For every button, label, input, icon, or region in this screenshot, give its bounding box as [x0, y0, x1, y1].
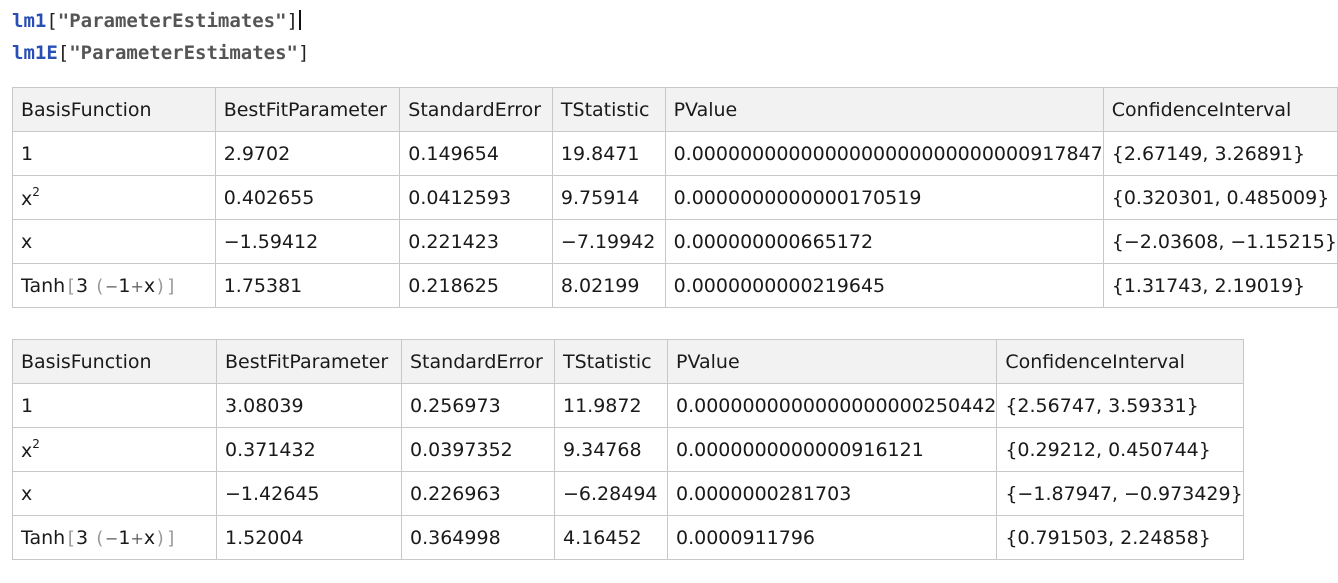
std-error-cell: 0.364998	[401, 515, 555, 560]
best-fit-cell: 3.08039	[216, 383, 402, 428]
header-t-statistic: TStatistic	[554, 339, 668, 384]
header-best-fit-parameter: BestFitParameter	[216, 339, 402, 384]
basis-function-cell: 1	[12, 131, 216, 176]
table-row: x −1.42645 0.226963 −6.28494 0.000000028…	[12, 471, 1244, 516]
table-row: Tanh[3 (−1+x)] 1.52004 0.364998 4.16452 0…	[12, 515, 1244, 560]
header-p-value: PValue	[666, 339, 998, 384]
p-value-cell: 0.000000000665172	[664, 219, 1104, 264]
t-stat-cell: −7.19942	[551, 219, 666, 264]
header-best-fit-parameter: BestFitParameter	[214, 87, 401, 132]
symbol-lm1e: lm1E	[12, 42, 58, 64]
header-p-value: PValue	[664, 87, 1104, 132]
t-stat-cell: 9.75914	[551, 175, 666, 220]
x-symbol: x	[21, 188, 33, 210]
p-value-cell: 0.0000000000000000000000000000917847	[664, 131, 1104, 176]
t-stat-cell: 11.9872	[554, 383, 668, 428]
exponent: 2	[32, 437, 40, 451]
table-row: x2 0.402655 0.0412593 9.75914 0.00000000…	[12, 175, 1338, 220]
confidence-interval-cell: {0.29212, 0.450744}	[996, 427, 1244, 472]
input-line-2[interactable]: lm1E["ParameterEstimates"]	[12, 42, 309, 64]
header-standard-error: StandardError	[399, 87, 553, 132]
input-line-1[interactable]: lm1["ParameterEstimates"]	[12, 10, 302, 32]
open-bracket: [	[57, 42, 70, 64]
confidence-interval-cell: {−1.87947, −0.973429}	[996, 471, 1244, 516]
best-fit-cell: 2.9702	[214, 131, 401, 176]
text-cursor	[299, 10, 302, 30]
best-fit-cell: 0.402655	[214, 175, 401, 220]
close-bracket: ]	[298, 42, 310, 64]
header-t-statistic: TStatistic	[551, 87, 666, 132]
open-bracket: [	[46, 10, 58, 32]
table-row: Tanh[3 (−1+x)] 1.75381 0.218625 8.02199 0…	[12, 263, 1338, 308]
table-header-row: BasisFunction BestFitParameter StandardE…	[12, 339, 1244, 384]
table-row: 1 2.9702 0.149654 19.8471 0.000000000000…	[12, 131, 1338, 176]
basis-function-cell: x2	[12, 427, 217, 472]
p-value-cell: 0.0000000000219645	[664, 263, 1104, 308]
basis-function-cell: x2	[12, 175, 216, 220]
p-value-cell: 0.0000000281703	[666, 471, 998, 516]
string-arg: "ParameterEstimates"	[57, 10, 287, 32]
basis-function-cell: Tanh[3 (−1+x)]	[12, 515, 217, 560]
exponent: 2	[32, 185, 40, 199]
confidence-interval-cell: {2.67149, 3.26891}	[1102, 131, 1338, 176]
t-stat-cell: 4.16452	[554, 515, 668, 560]
table-row: x2 0.371432 0.0397352 9.34768 0.00000000…	[12, 427, 1244, 472]
basis-function-cell: x	[12, 219, 216, 264]
std-error-cell: 0.149654	[399, 131, 553, 176]
std-error-cell: 0.0412593	[399, 175, 553, 220]
p-value-cell: 0.0000000000000170519	[664, 175, 1104, 220]
std-error-cell: 0.256973	[401, 383, 555, 428]
std-error-cell: 0.218625	[399, 263, 553, 308]
confidence-interval-cell: {1.31743, 2.19019}	[1102, 263, 1338, 308]
t-stat-cell: 8.02199	[551, 263, 666, 308]
header-basis-function: BasisFunction	[12, 339, 217, 384]
close-bracket: ]	[286, 10, 299, 32]
symbol-lm1: lm1	[12, 10, 47, 32]
tanh-function: Tanh	[21, 274, 66, 297]
best-fit-cell: 1.52004	[216, 515, 402, 560]
p-value-cell: 0.0000000000000916121	[666, 427, 998, 472]
parameter-estimates-table-1: BasisFunction BestFitParameter StandardE…	[12, 87, 1338, 308]
t-stat-cell: −6.28494	[554, 471, 668, 516]
table-header-row: BasisFunction BestFitParameter StandardE…	[12, 87, 1338, 132]
confidence-interval-cell: {2.56747, 3.59331}	[996, 383, 1244, 428]
std-error-cell: 0.221423	[399, 219, 553, 264]
x-symbol: x	[21, 440, 33, 462]
string-arg: "ParameterEstimates"	[69, 42, 298, 64]
p-value-cell: 0.0000911796	[666, 515, 998, 560]
header-standard-error: StandardError	[401, 339, 555, 384]
basis-function-cell: Tanh[3 (−1+x)]	[12, 263, 216, 308]
header-confidence-interval: ConfidenceInterval	[996, 339, 1244, 384]
best-fit-cell: 1.75381	[214, 263, 401, 308]
table-row: x −1.59412 0.221423 −7.19942 0.000000000…	[12, 219, 1338, 264]
header-basis-function: BasisFunction	[12, 87, 216, 132]
best-fit-cell: −1.42645	[216, 471, 402, 516]
confidence-interval-cell: {0.791503, 2.24858}	[996, 515, 1244, 560]
confidence-interval-cell: {−2.03608, −1.15215}	[1102, 219, 1338, 264]
table-row: 1 3.08039 0.256973 11.9872 0.00000000000…	[12, 383, 1244, 428]
t-stat-cell: 9.34768	[554, 427, 668, 472]
parameter-estimates-table-2: BasisFunction BestFitParameter StandardE…	[12, 339, 1244, 560]
std-error-cell: 0.0397352	[401, 427, 555, 472]
tanh-function: Tanh	[21, 526, 66, 549]
confidence-interval-cell: {0.320301, 0.485009}	[1102, 175, 1338, 220]
p-value-cell: 0.0000000000000000000250442	[666, 383, 998, 428]
basis-function-cell: 1	[12, 383, 217, 428]
header-confidence-interval: ConfidenceInterval	[1102, 87, 1338, 132]
best-fit-cell: 0.371432	[216, 427, 402, 472]
basis-function-cell: x	[12, 471, 217, 516]
best-fit-cell: −1.59412	[214, 219, 401, 264]
t-stat-cell: 19.8471	[551, 131, 666, 176]
std-error-cell: 0.226963	[401, 471, 555, 516]
